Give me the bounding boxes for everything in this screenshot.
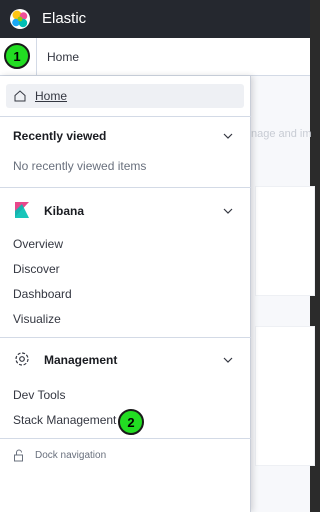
- marker-2: 2: [118, 409, 144, 435]
- app-header: Elastic: [0, 0, 310, 38]
- kibana-section-title[interactable]: Kibana: [44, 204, 84, 218]
- dock-navigation-button[interactable]: Dock navigation: [13, 449, 106, 462]
- chevron-down-icon[interactable]: [222, 354, 234, 366]
- elastic-logo[interactable]: [9, 8, 31, 30]
- divider: [0, 337, 251, 338]
- divider: [0, 187, 251, 188]
- background-card: [255, 326, 315, 466]
- divider: [0, 438, 251, 439]
- breadcrumb-home[interactable]: Home: [47, 50, 79, 64]
- management-section-title[interactable]: Management: [44, 353, 117, 367]
- chevron-down-icon[interactable]: [222, 130, 234, 142]
- marker-1: 1: [4, 43, 30, 69]
- kibana-logo: [15, 202, 29, 218]
- background-hint-text: nage and im: [251, 128, 312, 140]
- recently-viewed-empty: No recently viewed items: [13, 159, 147, 173]
- breadcrumb-bar: Home: [0, 38, 310, 76]
- collapsible-nav: Home Recently viewed No recently viewed …: [0, 76, 251, 512]
- nav-item-dev-tools[interactable]: Dev Tools: [13, 388, 65, 402]
- nav-item-discover[interactable]: Discover: [13, 262, 60, 276]
- background-card: [255, 186, 315, 296]
- nav-home-label: Home: [35, 89, 68, 103]
- brand-name: Elastic: [42, 10, 87, 27]
- dock-navigation-label: Dock navigation: [35, 450, 107, 461]
- gear-icon: [15, 352, 29, 366]
- page-background: nage and im: [251, 76, 315, 512]
- nav-item-visualize[interactable]: Visualize: [13, 312, 61, 326]
- recently-viewed-title[interactable]: Recently viewed: [13, 129, 106, 143]
- nav-item-overview[interactable]: Overview: [13, 237, 63, 251]
- nav-item-stack-management[interactable]: Stack Management: [13, 413, 116, 427]
- divider: [0, 116, 251, 117]
- lock-open-icon: [14, 449, 23, 462]
- chevron-down-icon[interactable]: [222, 205, 234, 217]
- nav-item-dashboard[interactable]: Dashboard: [13, 287, 72, 301]
- home-icon: [14, 90, 26, 102]
- nav-home-link[interactable]: Home: [6, 84, 244, 108]
